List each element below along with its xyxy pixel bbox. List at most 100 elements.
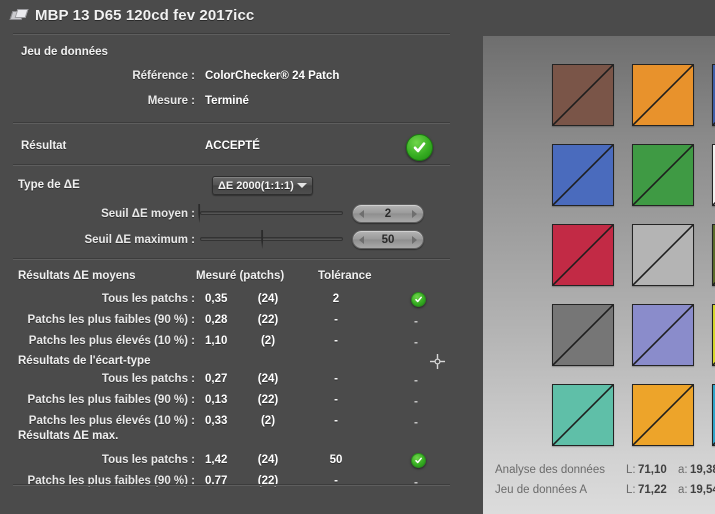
table-row-status-empty: - xyxy=(414,475,418,489)
patch-preview-panel: Analyse des données L:71,10 a:19,38 Jeu de … xyxy=(483,36,715,514)
table-row-label: Patchs les plus élevés (10 %) : xyxy=(28,335,195,347)
delta-e-type-select[interactable]: ΔE 2000(1:1:1) xyxy=(212,176,313,195)
table-section-title: Résultats ΔE max. xyxy=(18,430,119,442)
color-patch[interactable] xyxy=(632,224,694,286)
table-row-patch-count: (22) xyxy=(257,394,279,406)
table-row-status-empty: - xyxy=(414,373,418,387)
max-threshold-slider-thumb[interactable] xyxy=(261,230,276,249)
patch-diagonal-divider xyxy=(553,65,613,125)
legend-l-label: L: xyxy=(626,464,636,476)
mean-threshold-slider-thumb[interactable] xyxy=(198,204,213,223)
color-patch[interactable] xyxy=(552,64,614,126)
dataset-section-title: Jeu de données xyxy=(21,46,108,58)
divider-top xyxy=(13,33,450,35)
table-row-patch-count: (2) xyxy=(260,335,276,347)
patch-diagonal-divider xyxy=(633,225,693,285)
result-value: ACCEPTÉ xyxy=(205,140,260,152)
table-row-patch-count: (2) xyxy=(260,415,276,427)
table-row-patch-count: (24) xyxy=(257,373,279,385)
color-patch[interactable] xyxy=(552,224,614,286)
table-row-label: Tous les patchs : xyxy=(101,454,195,466)
stepper-decrement-icon[interactable] xyxy=(359,209,364,218)
table-row-measured: 0,28 xyxy=(205,314,228,326)
table-row-tolerance: - xyxy=(334,335,338,347)
table-row-patch-count: (22) xyxy=(257,314,279,326)
color-patch[interactable] xyxy=(632,304,694,366)
window-titlebar: MBP 13 D65 120cd fev 2017icc xyxy=(0,0,483,30)
table-row-tolerance: 50 xyxy=(329,454,343,466)
stepper-decrement-icon[interactable] xyxy=(359,235,364,244)
color-patch[interactable] xyxy=(632,144,694,206)
table-section-title: Résultats de l'écart-type xyxy=(18,355,151,367)
divider-table-bottom xyxy=(13,484,450,486)
table-row-measured: 0,35 xyxy=(205,293,228,305)
patch-diagonal-divider xyxy=(553,225,613,285)
measure-value: Terminé xyxy=(205,95,249,107)
table-row-label: Tous les patchs : xyxy=(101,373,195,385)
legend-a-label: a: xyxy=(678,484,688,496)
patch-diagonal-divider xyxy=(553,305,613,365)
table-row-measured: 1,10 xyxy=(205,335,228,347)
patch-diagonal-divider xyxy=(553,145,613,205)
legend-l-value: 71,10 xyxy=(638,464,667,476)
divider-result-bottom xyxy=(13,164,450,166)
color-patch[interactable] xyxy=(552,144,614,206)
legend-a-value: 19,54 xyxy=(690,484,715,496)
mean-threshold-slider[interactable] xyxy=(198,204,343,223)
patch-diagonal-divider xyxy=(633,305,693,365)
legend-a-value: 19,38 xyxy=(690,464,715,476)
delta-e-type-value: ΔE 2000(1:1:1) xyxy=(218,179,294,192)
max-threshold-label: Seuil ΔE maximum : xyxy=(84,234,195,246)
reference-label: Référence : xyxy=(132,70,195,82)
table-row-measured: 1,42 xyxy=(205,454,228,466)
table-section-title: Résultats ΔE moyens xyxy=(18,270,136,282)
max-threshold-value: 50 xyxy=(381,233,395,246)
table-row-tolerance: 2 xyxy=(332,293,340,305)
table-row-status-empty: - xyxy=(414,335,418,349)
table-row-patch-count: (24) xyxy=(257,293,279,305)
color-patch[interactable] xyxy=(552,384,614,446)
color-patch[interactable] xyxy=(632,64,694,126)
mean-threshold-stepper[interactable]: 2 xyxy=(352,204,424,223)
mean-threshold-label: Seuil ΔE moyen : xyxy=(101,208,195,220)
table-row-status-badge xyxy=(411,292,426,307)
result-label: Résultat xyxy=(21,140,67,152)
legend-series-name: Analyse des données xyxy=(495,464,605,476)
column-header-measured: Mesuré (patchs) xyxy=(196,270,285,282)
color-patch[interactable] xyxy=(632,384,694,446)
patch-diagonal-divider xyxy=(633,145,693,205)
table-row-measured: 0,27 xyxy=(205,373,228,385)
stepper-increment-icon[interactable] xyxy=(412,235,417,244)
divider-result-top xyxy=(13,122,450,124)
report-panel: MBP 13 D65 120cd fev 2017icc Jeu de donn… xyxy=(0,0,483,514)
patch-diagonal-divider xyxy=(633,65,693,125)
table-row-tolerance: - xyxy=(334,373,338,385)
patch-diagonal-divider xyxy=(553,385,613,445)
color-patch[interactable] xyxy=(552,304,614,366)
divider-table-top xyxy=(13,258,450,260)
patch-diagonal-divider xyxy=(633,385,693,445)
table-row-label: Patchs les plus élevés (10 %) : xyxy=(28,415,195,427)
delta-e-type-label: Type de ΔE xyxy=(18,179,80,191)
table-row-tolerance: - xyxy=(334,394,338,406)
window-title: MBP 13 D65 120cd fev 2017icc xyxy=(35,6,255,24)
stepper-increment-icon[interactable] xyxy=(412,209,417,218)
max-threshold-slider[interactable] xyxy=(200,230,343,249)
document-stack-icon xyxy=(9,8,29,22)
table-row-tolerance: - xyxy=(334,314,338,326)
mean-threshold-value: 2 xyxy=(384,207,392,220)
legend-a-label: a: xyxy=(678,464,688,476)
crosshair-cursor xyxy=(430,354,445,369)
table-row-status-empty: - xyxy=(414,314,418,328)
table-row-measured: 0,13 xyxy=(205,394,228,406)
table-row-measured: 0,33 xyxy=(205,415,228,427)
legend-series-name: Jeu de données A xyxy=(495,484,588,496)
table-row-status-empty: - xyxy=(414,415,418,429)
max-threshold-stepper[interactable]: 50 xyxy=(352,230,424,249)
app-window: MBP 13 D65 120cd fev 2017icc Jeu de donn… xyxy=(0,0,715,514)
table-row-label: Patchs les plus faibles (90 %) : xyxy=(27,314,195,326)
table-row-patch-count: (24) xyxy=(257,454,279,466)
table-row-label: Tous les patchs : xyxy=(101,293,195,305)
legend-l-value: 71,22 xyxy=(638,484,667,496)
legend-l-label: L: xyxy=(626,484,636,496)
